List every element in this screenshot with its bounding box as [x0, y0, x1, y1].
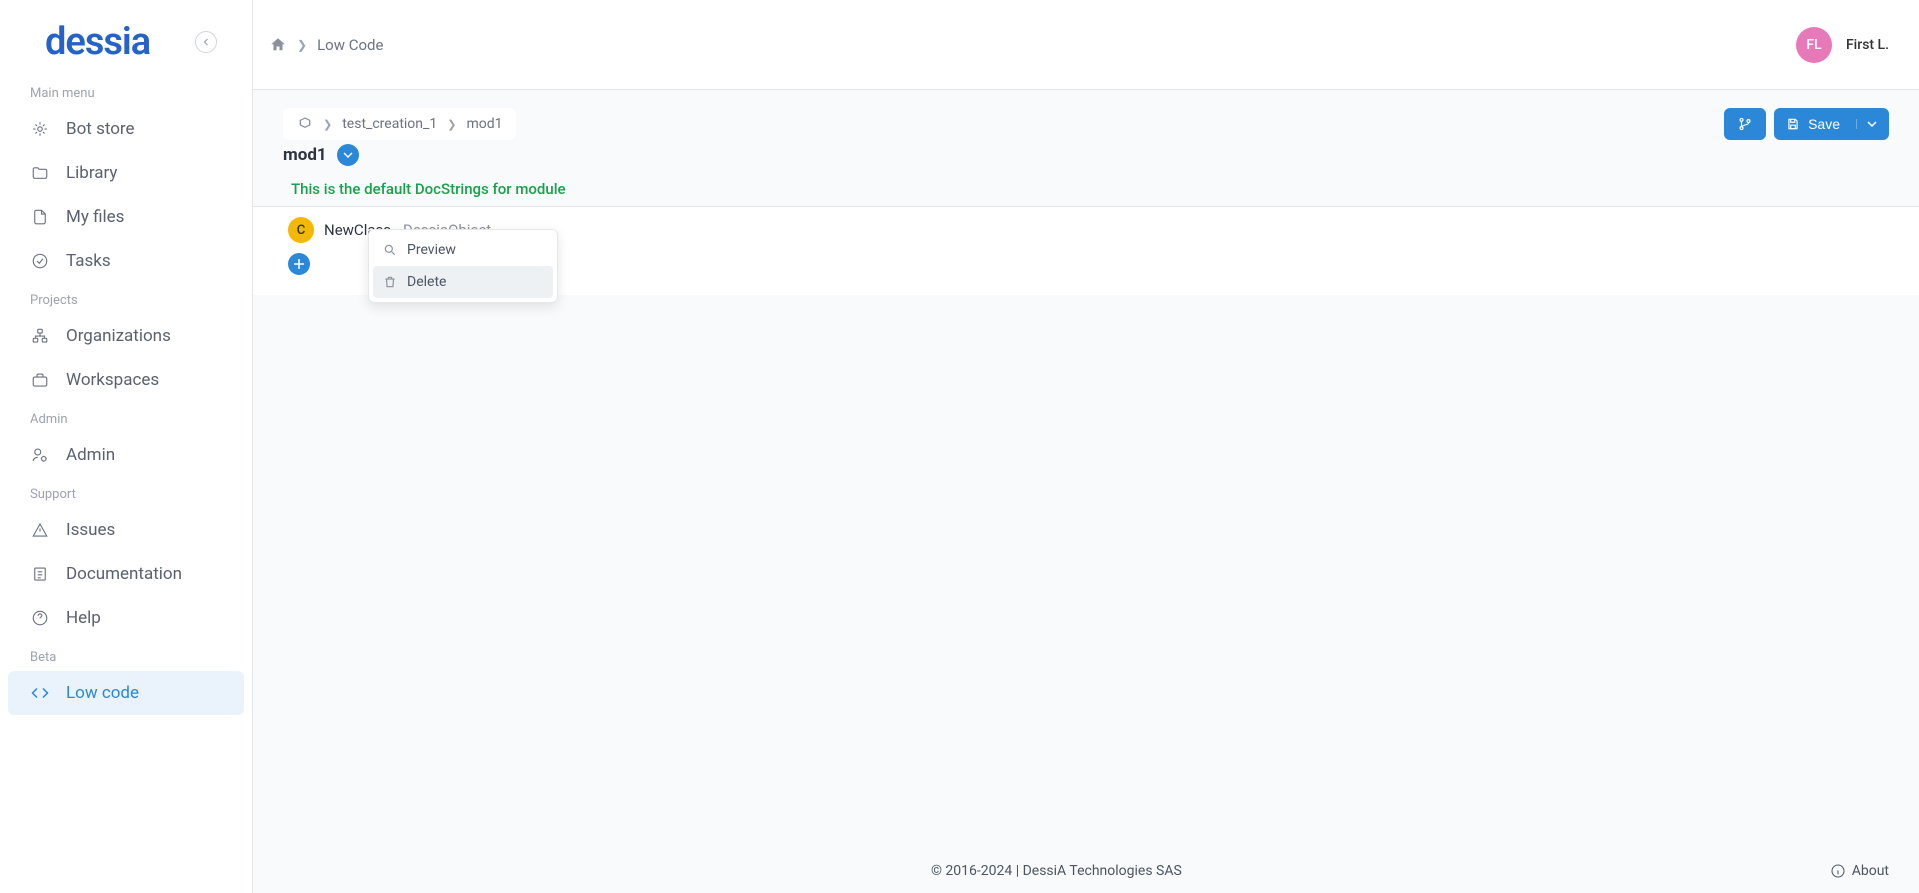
- context-menu-label: Delete: [407, 274, 446, 290]
- file-icon: [30, 207, 50, 227]
- sidebar-item-low-code[interactable]: Low code: [8, 671, 244, 715]
- content: ❯ test_creation_1 ❯ mod1 Save: [253, 90, 1919, 893]
- toolbar-right: Save: [1724, 108, 1889, 140]
- content-breadcrumb: ❯ test_creation_1 ❯ mod1: [283, 108, 516, 140]
- chevron-right-icon: ❯: [297, 38, 307, 52]
- topbar: ❯ Low Code FL First L.: [253, 0, 1919, 90]
- info-icon: [1830, 863, 1846, 879]
- menu-section-beta: Beta: [0, 640, 252, 671]
- top-breadcrumb: ❯ Low Code: [269, 36, 383, 54]
- context-menu-delete[interactable]: Delete: [373, 266, 553, 298]
- folder-icon: [30, 163, 50, 183]
- topbar-right: FL First L.: [1796, 27, 1889, 63]
- chevron-left-icon: [202, 38, 210, 46]
- sidebar-item-tasks[interactable]: Tasks: [0, 239, 252, 283]
- chevron-down-icon: [343, 150, 353, 160]
- sidebar-item-label: Bot store: [66, 119, 135, 139]
- plus-icon: [293, 258, 305, 270]
- sidebar-item-issues[interactable]: Issues: [0, 508, 252, 552]
- logo-container: dessia: [0, 0, 252, 76]
- context-menu-label: Preview: [407, 242, 456, 258]
- chevron-right-icon: ❯: [323, 118, 332, 131]
- home-icon[interactable]: [269, 36, 287, 54]
- question-icon: [30, 608, 50, 628]
- main-area: ❯ Low Code FL First L. ❯ test_creation_1…: [253, 0, 1919, 893]
- check-icon: [30, 251, 50, 271]
- sidebar: dessia Main menu Bot store Library My fi…: [0, 0, 253, 893]
- title-row: mod1: [253, 140, 1919, 172]
- module-docstring: This is the default DocStrings for modul…: [253, 172, 1919, 206]
- footer-about-label: About: [1852, 863, 1889, 879]
- branch-icon: [1738, 117, 1752, 131]
- user-name[interactable]: First L.: [1846, 37, 1889, 53]
- context-menu-preview[interactable]: Preview: [373, 234, 553, 266]
- class-badge: C: [288, 217, 314, 243]
- menu-section-support: Support: [0, 477, 252, 508]
- doc-icon: [30, 564, 50, 584]
- avatar[interactable]: FL: [1796, 27, 1832, 63]
- sidebar-item-label: Library: [66, 163, 117, 183]
- bot-icon: [30, 119, 50, 139]
- sidebar-item-library[interactable]: Library: [0, 151, 252, 195]
- user-gear-icon: [30, 445, 50, 465]
- save-button[interactable]: Save: [1774, 108, 1889, 140]
- breadcrumb-item[interactable]: mod1: [466, 116, 502, 132]
- sidebar-item-organizations[interactable]: Organizations: [0, 314, 252, 358]
- code-icon: [30, 683, 50, 703]
- breadcrumb-item[interactable]: Low Code: [317, 36, 383, 54]
- sidebar-item-label: Low code: [66, 683, 139, 703]
- toolbar: ❯ test_creation_1 ❯ mod1 Save: [253, 90, 1919, 140]
- collapse-sidebar-button[interactable]: [195, 31, 217, 53]
- sidebar-item-help[interactable]: Help: [0, 596, 252, 640]
- sidebar-item-documentation[interactable]: Documentation: [0, 552, 252, 596]
- sidebar-item-label: Admin: [66, 445, 115, 465]
- sidebar-item-workspaces[interactable]: Workspaces: [0, 358, 252, 402]
- alert-icon: [30, 520, 50, 540]
- briefcase-icon: [30, 370, 50, 390]
- menu-section-admin: Admin: [0, 402, 252, 433]
- sidebar-item-label: My files: [66, 207, 124, 227]
- menu-section-main: Main menu: [0, 76, 252, 107]
- sidebar-item-label: Documentation: [66, 564, 182, 584]
- menu-section-projects: Projects: [0, 283, 252, 314]
- logo: dessia: [45, 20, 150, 64]
- save-label: Save: [1808, 116, 1840, 132]
- sidebar-item-label: Organizations: [66, 326, 171, 346]
- sidebar-item-my-files[interactable]: My files: [0, 195, 252, 239]
- sidebar-item-bot-store[interactable]: Bot store: [0, 107, 252, 151]
- search-icon: [383, 243, 397, 257]
- footer: © 2016-2024 | DessiA Technologies SAS Ab…: [253, 849, 1919, 893]
- package-icon[interactable]: [297, 116, 313, 132]
- footer-copyright: © 2016-2024 | DessiA Technologies SAS: [931, 863, 1182, 879]
- expand-button[interactable]: [337, 144, 359, 166]
- footer-about[interactable]: About: [1830, 863, 1889, 879]
- org-icon: [30, 326, 50, 346]
- save-icon: [1786, 117, 1800, 131]
- context-menu: Preview Delete: [368, 229, 558, 303]
- trash-icon: [383, 275, 397, 289]
- add-button[interactable]: [288, 253, 310, 275]
- sidebar-item-admin[interactable]: Admin: [0, 433, 252, 477]
- sidebar-item-label: Issues: [66, 520, 115, 540]
- breadcrumb-item[interactable]: test_creation_1: [342, 116, 437, 132]
- branch-button[interactable]: [1724, 108, 1766, 140]
- chevron-right-icon: ❯: [447, 118, 456, 131]
- module-title: mod1: [283, 145, 327, 165]
- class-area: C NewClass DessiaObject Preview Delete: [253, 207, 1919, 295]
- chevron-down-icon: [1856, 119, 1877, 129]
- sidebar-item-label: Tasks: [66, 251, 111, 271]
- sidebar-item-label: Workspaces: [66, 370, 159, 390]
- sidebar-item-label: Help: [66, 608, 101, 628]
